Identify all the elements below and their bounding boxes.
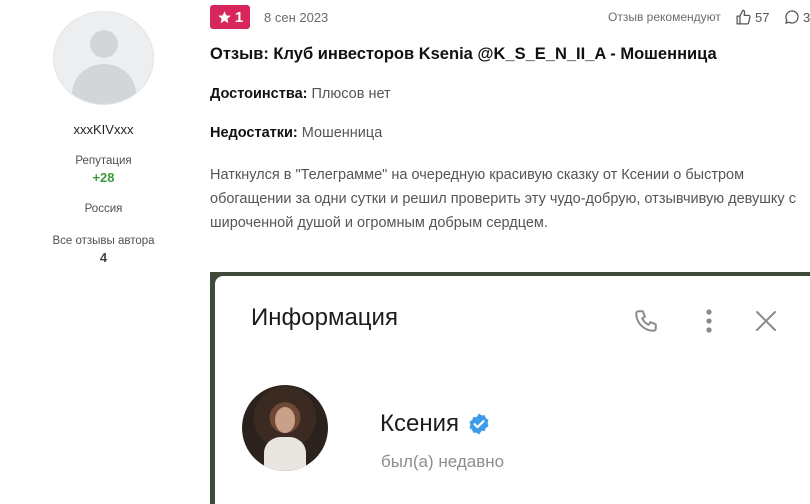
contact-name-row: Ксения [380, 410, 491, 438]
thumbs-up-icon [736, 9, 751, 25]
author-avatar[interactable] [53, 11, 154, 105]
recommend-label: Отзыв рекомендуют [608, 10, 721, 24]
review-pros: Достоинства: Плюсов нет [210, 86, 391, 102]
telegram-info-panel: Информация Ксения был(а) недавно [215, 276, 810, 504]
info-panel-title: Информация [251, 304, 398, 331]
avatar-face [275, 407, 295, 433]
all-reviews-count[interactable]: 4 [0, 250, 207, 265]
reputation-value: +28 [92, 170, 115, 185]
verified-icon [469, 413, 489, 435]
review-date: 8 сен 2023 [264, 10, 329, 25]
reputation-label: Репутация [75, 155, 132, 167]
pros-value: Плюсов нет [311, 86, 391, 102]
contact-name: Ксения [380, 410, 459, 437]
author-sidebar: xxxKIVxxx Репутация +28 Россия Все отзыв… [0, 0, 207, 504]
close-icon [756, 311, 776, 331]
review-cons: Недостатки: Мошенница [210, 125, 382, 141]
review-body: Наткнулся в "Телеграмме" на очередную кр… [210, 167, 796, 231]
phone-icon [635, 310, 657, 332]
comment-icon [785, 10, 799, 24]
comment-count: 3 [803, 9, 810, 25]
contact-status: был(а) недавно [381, 452, 505, 471]
rating-badge: 1 [210, 5, 250, 29]
like-count: 57 [755, 9, 770, 25]
more-vertical-icon [706, 309, 712, 333]
avatar-placeholder-body [72, 64, 136, 104]
review-title[interactable]: Отзыв: Клуб инвесторов Ksenia @K_S_E_N_I… [210, 45, 810, 64]
review-image[interactable]: Информация Ксения был(а) недавно [210, 272, 810, 504]
author-name[interactable]: xxxKIVxxx [0, 122, 207, 137]
comments-button[interactable]: 3 [784, 8, 810, 26]
avatar-dress [264, 437, 306, 471]
pros-label: Достоинства: [210, 86, 308, 102]
contact-avatar [242, 385, 328, 471]
like-button[interactable]: 57 [735, 8, 769, 26]
star-icon [218, 10, 231, 23]
all-reviews-link[interactable]: Все отзывы автора [0, 235, 207, 247]
rating-value: 1 [234, 8, 244, 26]
author-country: Россия [84, 203, 123, 215]
cons-value: Мошенница [301, 125, 383, 141]
avatar-placeholder-head [90, 30, 118, 58]
cons-label: Недостатки: [210, 125, 298, 141]
